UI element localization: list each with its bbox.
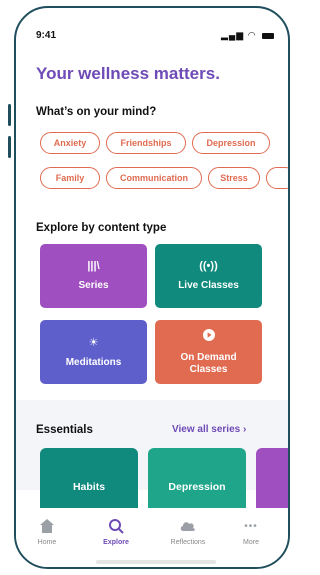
essentials-card-habits-label: Habits bbox=[72, 481, 106, 493]
tab-reflections-label: Reflections bbox=[170, 539, 206, 546]
chip-friendships[interactable]: Friendships bbox=[106, 132, 186, 154]
chip-partial[interactable] bbox=[266, 167, 288, 189]
wifi-icon: ◠ bbox=[247, 30, 257, 40]
cloud-icon bbox=[163, 516, 213, 536]
side-button-top bbox=[8, 104, 11, 126]
broadcast-icon: ((•)) bbox=[199, 260, 218, 272]
battery-icon bbox=[262, 32, 275, 39]
essentials-card-depression-label: Depression bbox=[168, 481, 226, 493]
essentials-card-depression[interactable]: Depression bbox=[148, 448, 246, 508]
home-icon bbox=[22, 516, 72, 536]
tile-live-classes[interactable]: ((•)) Live Classes bbox=[155, 244, 262, 308]
library-icon: |||\ bbox=[87, 260, 100, 272]
tab-bar: Home Explore Reflections ••• More bbox=[16, 508, 288, 567]
status-time: 9:41 bbox=[36, 30, 57, 41]
tab-more[interactable]: ••• More bbox=[226, 516, 276, 547]
view-all-series-link[interactable]: View all series › bbox=[172, 424, 246, 435]
tab-more-label: More bbox=[243, 539, 259, 546]
page-title: Your wellness matters. bbox=[36, 64, 220, 83]
tab-home-label: Home bbox=[37, 539, 57, 546]
essentials-heading: Essentials bbox=[36, 424, 93, 436]
play-icon bbox=[202, 328, 215, 344]
content-type-heading: Explore by content type bbox=[36, 222, 167, 234]
tab-reflections[interactable]: Reflections bbox=[163, 516, 213, 546]
tile-on-demand-label: On Demand Classes bbox=[180, 351, 237, 375]
tab-explore-label: Explore bbox=[103, 539, 129, 546]
chip-family[interactable]: Family bbox=[40, 167, 100, 189]
chip-stress[interactable]: Stress bbox=[208, 167, 260, 189]
sun-icon: ☀ bbox=[88, 336, 99, 349]
tile-meditations[interactable]: ☀ Meditations bbox=[40, 320, 147, 384]
tile-live-classes-label: Live Classes bbox=[178, 280, 239, 291]
essentials-card-habits[interactable]: Habits bbox=[40, 448, 138, 508]
home-indicator bbox=[96, 560, 216, 564]
tile-series[interactable]: |||\ Series bbox=[40, 244, 147, 308]
signal-icon: ▂▄▆ bbox=[221, 30, 245, 40]
tab-explore[interactable]: Explore bbox=[91, 516, 141, 546]
essentials-card-partial[interactable] bbox=[256, 448, 288, 508]
more-icon: ••• bbox=[244, 520, 258, 532]
chip-anxiety[interactable]: Anxiety bbox=[40, 132, 100, 154]
search-icon bbox=[91, 516, 141, 536]
tab-home[interactable]: Home bbox=[22, 516, 72, 546]
tile-series-label: Series bbox=[78, 280, 109, 291]
status-icons: ▂▄▆ ◠ bbox=[221, 30, 275, 41]
side-button-bottom bbox=[8, 136, 11, 158]
phone-frame: 9:41 ▂▄▆ ◠ Your wellness matters. What’s… bbox=[14, 6, 290, 569]
tile-meditations-label: Meditations bbox=[65, 356, 122, 368]
tile-on-demand-classes[interactable]: On Demand Classes bbox=[155, 320, 262, 384]
status-bar: 9:41 ▂▄▆ ◠ bbox=[16, 28, 288, 44]
topics-heading: What’s on your mind? bbox=[36, 106, 157, 118]
chip-depression[interactable]: Depression bbox=[192, 132, 270, 154]
chip-communication[interactable]: Communication bbox=[106, 167, 202, 189]
